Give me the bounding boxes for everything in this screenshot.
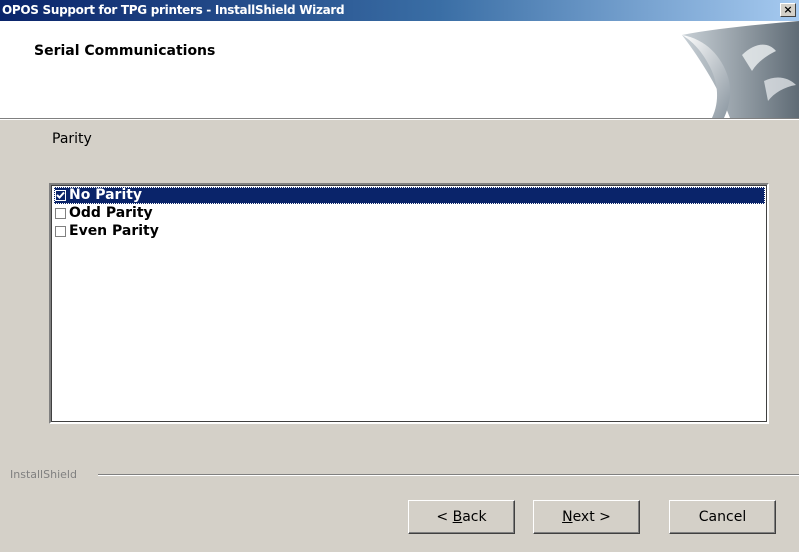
page-heading: Serial Communications <box>34 43 216 59</box>
title-bar[interactable]: OPOS Support for TPG printers - InstallS… <box>0 0 799 21</box>
wizard-page-curl-graphic <box>682 21 799 118</box>
cancel-button[interactable]: Cancel <box>669 500 776 534</box>
footer-divider-highlight <box>98 475 799 476</box>
checkbox[interactable] <box>55 208 66 219</box>
check-mark-icon <box>56 191 65 199</box>
wizard-header: Serial Communications <box>0 21 799 119</box>
back-accel: B <box>452 509 463 525</box>
installshield-brand: InstallShield <box>10 468 77 481</box>
list-item-label: No Parity <box>69 187 143 203</box>
list-item-label: Odd Parity <box>69 205 153 221</box>
parity-listbox[interactable]: No Parity Odd Parity Even Parity <box>49 183 769 424</box>
back-rest: ack <box>462 509 487 525</box>
window-title: OPOS Support for TPG printers - InstallS… <box>2 3 345 17</box>
next-accel: N <box>562 509 573 525</box>
parity-label: Parity <box>52 131 92 147</box>
checkbox[interactable] <box>55 226 66 237</box>
next-suffix: > <box>594 509 611 525</box>
close-icon: × <box>783 3 793 16</box>
header-divider <box>0 119 799 120</box>
next-button[interactable]: Next > <box>533 500 640 534</box>
back-button[interactable]: < Back <box>408 500 515 534</box>
back-prefix: < <box>436 509 453 525</box>
checkbox[interactable] <box>55 190 66 201</box>
list-item[interactable]: No Parity <box>54 187 765 204</box>
list-item[interactable]: Even Parity <box>54 223 765 240</box>
close-button[interactable]: × <box>780 3 796 17</box>
list-item-label: Even Parity <box>69 223 159 239</box>
list-item[interactable]: Odd Parity <box>54 205 765 222</box>
next-rest: ext <box>572 509 595 525</box>
